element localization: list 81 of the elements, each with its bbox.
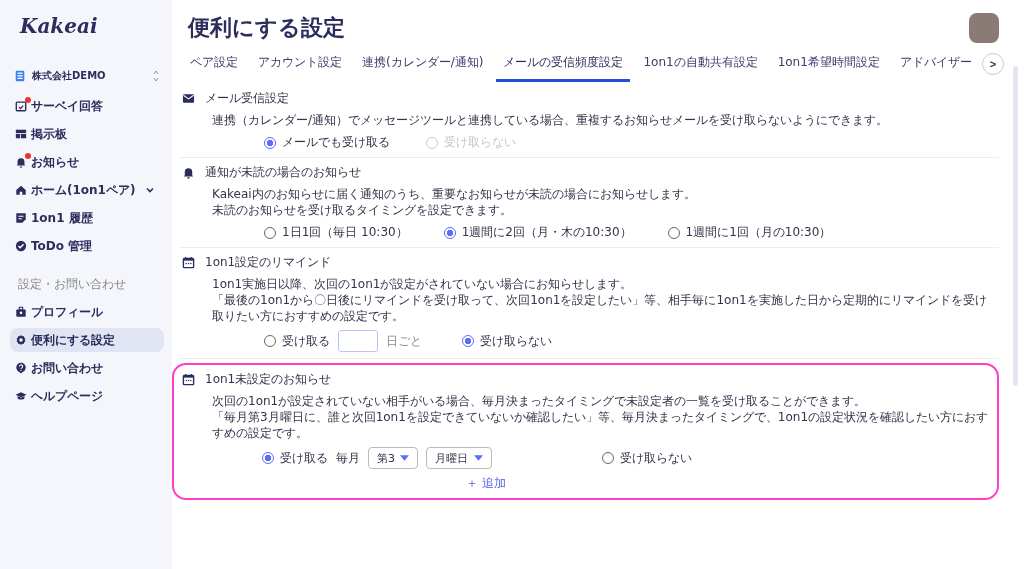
add-button[interactable]: ＋ 追加 bbox=[462, 473, 510, 494]
radio-button[interactable] bbox=[264, 136, 276, 149]
home-icon bbox=[15, 184, 27, 196]
tab[interactable]: 連携(カレンダー/通知) bbox=[355, 46, 491, 82]
nav-item[interactable]: 掲示板 bbox=[10, 122, 164, 146]
calendar-check-icon bbox=[15, 100, 27, 112]
nav-item[interactable]: お問い合わせ bbox=[10, 356, 164, 380]
radio-option[interactable]: 1週間に2回（月・木の10:30） bbox=[443, 224, 632, 241]
avatar[interactable] bbox=[969, 13, 999, 43]
description-text: 連携（カレンダー/通知）でメッセージツールと連携している場合、重複するお知らせメールを受け取らないようにできます。 bbox=[212, 112, 890, 128]
mail-icon bbox=[182, 92, 195, 105]
organization-switcher[interactable]: 株式会社DEMO bbox=[0, 48, 172, 90]
nav-label: お問い合わせ bbox=[31, 359, 103, 377]
nav-label: お知らせ bbox=[31, 153, 79, 171]
check-circle-icon bbox=[15, 240, 27, 252]
calendar-icon bbox=[182, 256, 195, 269]
nav-label: 1on1 履歴 bbox=[31, 209, 93, 227]
radio-button[interactable] bbox=[462, 335, 474, 347]
description-text: 次回の1on1が設定されていない相手がいる場合、毎月決まったタイミングで未設定者の一覧を受け取ることができます。 bbox=[212, 393, 868, 409]
tab[interactable]: アドバイザー bbox=[892, 46, 979, 82]
graduation-cap-icon bbox=[15, 390, 27, 402]
tab[interactable]: メールの受信頻度設定 bbox=[496, 46, 631, 82]
nav-label: 掲示板 bbox=[31, 125, 67, 143]
nav-label: サーベイ回答 bbox=[31, 97, 103, 115]
description-text: 未読のお知らせを受け取るタイミングを設定できます。 bbox=[212, 202, 513, 218]
tab[interactable]: 1on1の自動共有設定 bbox=[636, 46, 765, 82]
radio-button[interactable] bbox=[262, 452, 274, 464]
caret-down-icon bbox=[474, 455, 483, 461]
radio-option[interactable]: 受け取らない bbox=[462, 332, 552, 350]
radio-option[interactable]: 受け取らない bbox=[602, 449, 692, 467]
description-text: Kakeai内のお知らせに届く通知のうち、重要なお知らせが未読の場合にお知らせします。 bbox=[212, 186, 697, 202]
nav-item[interactable]: プロフィール bbox=[10, 300, 164, 324]
sort-arrows-icon bbox=[152, 69, 160, 83]
building-icon bbox=[14, 70, 26, 82]
prefix-label: 毎月 bbox=[336, 449, 360, 467]
help-icon bbox=[15, 362, 27, 374]
nav-item[interactable]: 1on1 履歴 bbox=[10, 206, 164, 230]
section-title: 1on1未設定のお知らせ bbox=[205, 371, 332, 388]
page-title: 便利にする設定 bbox=[188, 14, 345, 42]
nav-label: プロフィール bbox=[31, 303, 103, 321]
radio-option[interactable]: メールでも受け取る bbox=[264, 134, 390, 151]
nav-item[interactable]: ホーム(1on1ペア) bbox=[10, 178, 164, 202]
bell-icon bbox=[15, 156, 27, 168]
bell-icon bbox=[182, 166, 195, 179]
tab[interactable]: ペア設定 bbox=[183, 46, 245, 82]
tab[interactable]: アカウント設定 bbox=[251, 46, 349, 82]
nav-item[interactable]: お知らせ bbox=[10, 150, 164, 174]
dropdown[interactable]: 第3 bbox=[368, 447, 418, 469]
section-title: メール受信設定 bbox=[205, 90, 289, 107]
nav-item[interactable]: ToDo 管理 bbox=[10, 234, 164, 258]
suffix-label: 日ごと bbox=[386, 332, 422, 350]
nav-item[interactable]: サーベイ回答 bbox=[10, 94, 164, 118]
section-label: 設定・お問い合わせ bbox=[17, 276, 127, 293]
logo: Kakeai bbox=[18, 14, 99, 40]
nav-label: ToDo 管理 bbox=[31, 237, 93, 255]
next-tabs-button[interactable]: > bbox=[981, 53, 1004, 75]
radio-option[interactable]: 1週間に1回（月の10:30） bbox=[667, 224, 832, 241]
calendar-icon bbox=[182, 373, 195, 386]
radio-button[interactable] bbox=[443, 226, 456, 239]
nav-item[interactable]: 便利にする設定 bbox=[10, 328, 164, 352]
section-title: 1on1設定のリマインド bbox=[205, 254, 332, 271]
radio-option[interactable]: 受け取る bbox=[262, 449, 328, 467]
radio-option[interactable]: 受け取る bbox=[264, 332, 330, 350]
board-icon bbox=[15, 128, 27, 140]
note-icon bbox=[15, 212, 27, 224]
settings-icon bbox=[15, 334, 27, 346]
description-text: 「最後の1on1から〇日後にリマインドを受け取って、次回1on1を設定したい」等、相手毎に1on1を実施した日から定期的にリマインドを受け取りたい方におすすめの設定です。 bbox=[212, 292, 988, 324]
radio-option[interactable]: 1日1回（毎日 10:30） bbox=[264, 224, 408, 241]
organization-name: 株式会社DEMO bbox=[32, 69, 107, 83]
description-text: 「毎月第3月曜日に、誰と次回1on1を設定できていないか確認したい」等、毎月決まったタイミングで、1on1の設定状況を確認したい方におすすめの設定です。 bbox=[212, 409, 989, 441]
tab[interactable]: 1on1希望時間設定 bbox=[770, 46, 887, 82]
dropdown[interactable]: 月曜日 bbox=[426, 447, 492, 469]
caret-down-icon bbox=[400, 455, 409, 461]
nav-label: ヘルプページ bbox=[31, 387, 103, 405]
id-badge-icon bbox=[15, 306, 27, 318]
description-text: 1on1実施日以降、次回の1on1が設定がされていない場合にお知らせします。 bbox=[212, 276, 634, 292]
nav-label: ホーム(1on1ペア) bbox=[31, 181, 136, 199]
section-title: 通知が未読の場合のお知らせ bbox=[205, 164, 361, 181]
nav-item[interactable]: ヘルプページ bbox=[10, 384, 164, 408]
nav-label: 便利にする設定 bbox=[31, 331, 115, 349]
days-input-field[interactable] bbox=[338, 330, 378, 352]
